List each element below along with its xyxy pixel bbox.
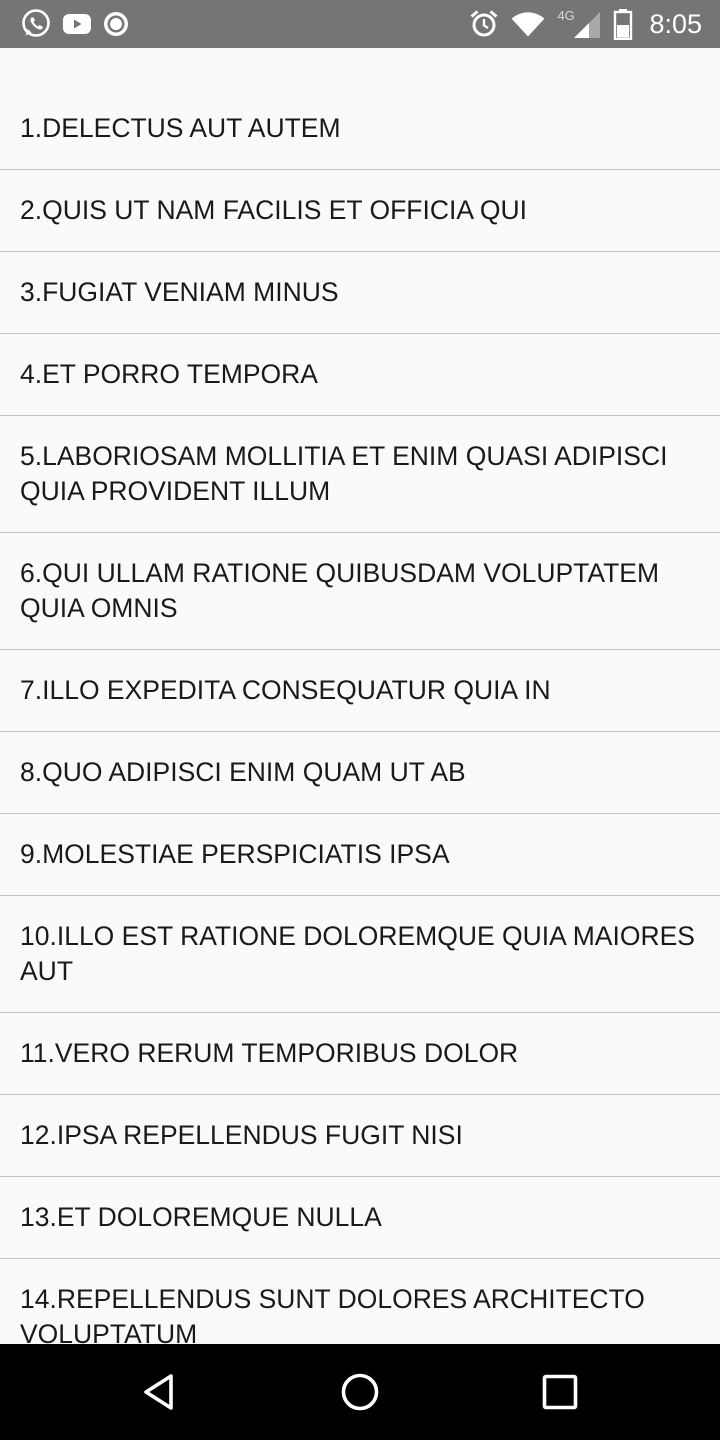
topic-list-screen: 1.DELECTUS AUT AUTEM 2.QUIS UT NAM FACIL… bbox=[0, 48, 720, 1344]
alarm-icon bbox=[469, 9, 499, 39]
list-item[interactable]: 14.REPELLENDUS SUNT DOLORES ARCHITECTO V… bbox=[0, 1259, 720, 1344]
list-item[interactable]: 10.ILLO EST RATIONE DOLOREMQUE QUIA MAIO… bbox=[0, 896, 720, 1013]
home-button[interactable] bbox=[336, 1368, 384, 1416]
home-icon bbox=[341, 1373, 379, 1411]
status-bar-clock: 8:05 bbox=[649, 9, 702, 39]
list-item[interactable]: 3.FUGIAT VENIAM MINUS bbox=[0, 252, 720, 334]
wifi-icon bbox=[511, 11, 545, 37]
network-type-label: 4G bbox=[557, 8, 575, 23]
list-item[interactable]: 8.QUO ADIPISCI ENIM QUAM UT AB bbox=[0, 732, 720, 814]
record-icon bbox=[102, 10, 130, 38]
list-item[interactable]: 7.ILLO EXPEDITA CONSEQUATUR QUIA IN bbox=[0, 650, 720, 732]
back-button[interactable] bbox=[136, 1368, 184, 1416]
back-icon bbox=[144, 1374, 173, 1410]
list-item[interactable]: 11.VERO RERUM TEMPORIBUS DOLOR bbox=[0, 1013, 720, 1095]
list-item[interactable]: 6.QUI ULLAM RATIONE QUIBUSDAM VOLUPTATEM… bbox=[0, 533, 720, 650]
system-icons: 4G 8:05 bbox=[469, 7, 702, 41]
list-item[interactable]: 9.MOLESTIAE PERSPICIATIS IPSA bbox=[0, 814, 720, 896]
youtube-icon bbox=[62, 12, 92, 36]
cellular-signal-icon bbox=[574, 12, 601, 38]
cellular-signal: 4G bbox=[557, 9, 601, 39]
list-item[interactable]: 12.IPSA REPELLENDUS FUGIT NISI bbox=[0, 1095, 720, 1177]
list-item[interactable]: 1.DELECTUS AUT AUTEM bbox=[0, 88, 720, 170]
recents-icon bbox=[542, 1374, 578, 1410]
whatsapp-icon bbox=[20, 8, 52, 40]
status-bar: 4G 8:05 bbox=[0, 0, 720, 48]
navigation-bar bbox=[0, 1344, 720, 1440]
battery-icon bbox=[613, 8, 633, 40]
notification-icons bbox=[20, 7, 130, 41]
list-item[interactable]: 5.LABORIOSAM MOLLITIA ET ENIM QUASI ADIP… bbox=[0, 416, 720, 533]
list-item[interactable]: 13.ET DOLOREMQUE NULLA bbox=[0, 1177, 720, 1259]
list-item[interactable]: 2.QUIS UT NAM FACILIS ET OFFICIA QUI bbox=[0, 170, 720, 252]
topic-list: 1.DELECTUS AUT AUTEM 2.QUIS UT NAM FACIL… bbox=[0, 48, 720, 1344]
list-item[interactable]: 4.ET PORRO TEMPORA bbox=[0, 334, 720, 416]
recents-button[interactable] bbox=[536, 1368, 584, 1416]
